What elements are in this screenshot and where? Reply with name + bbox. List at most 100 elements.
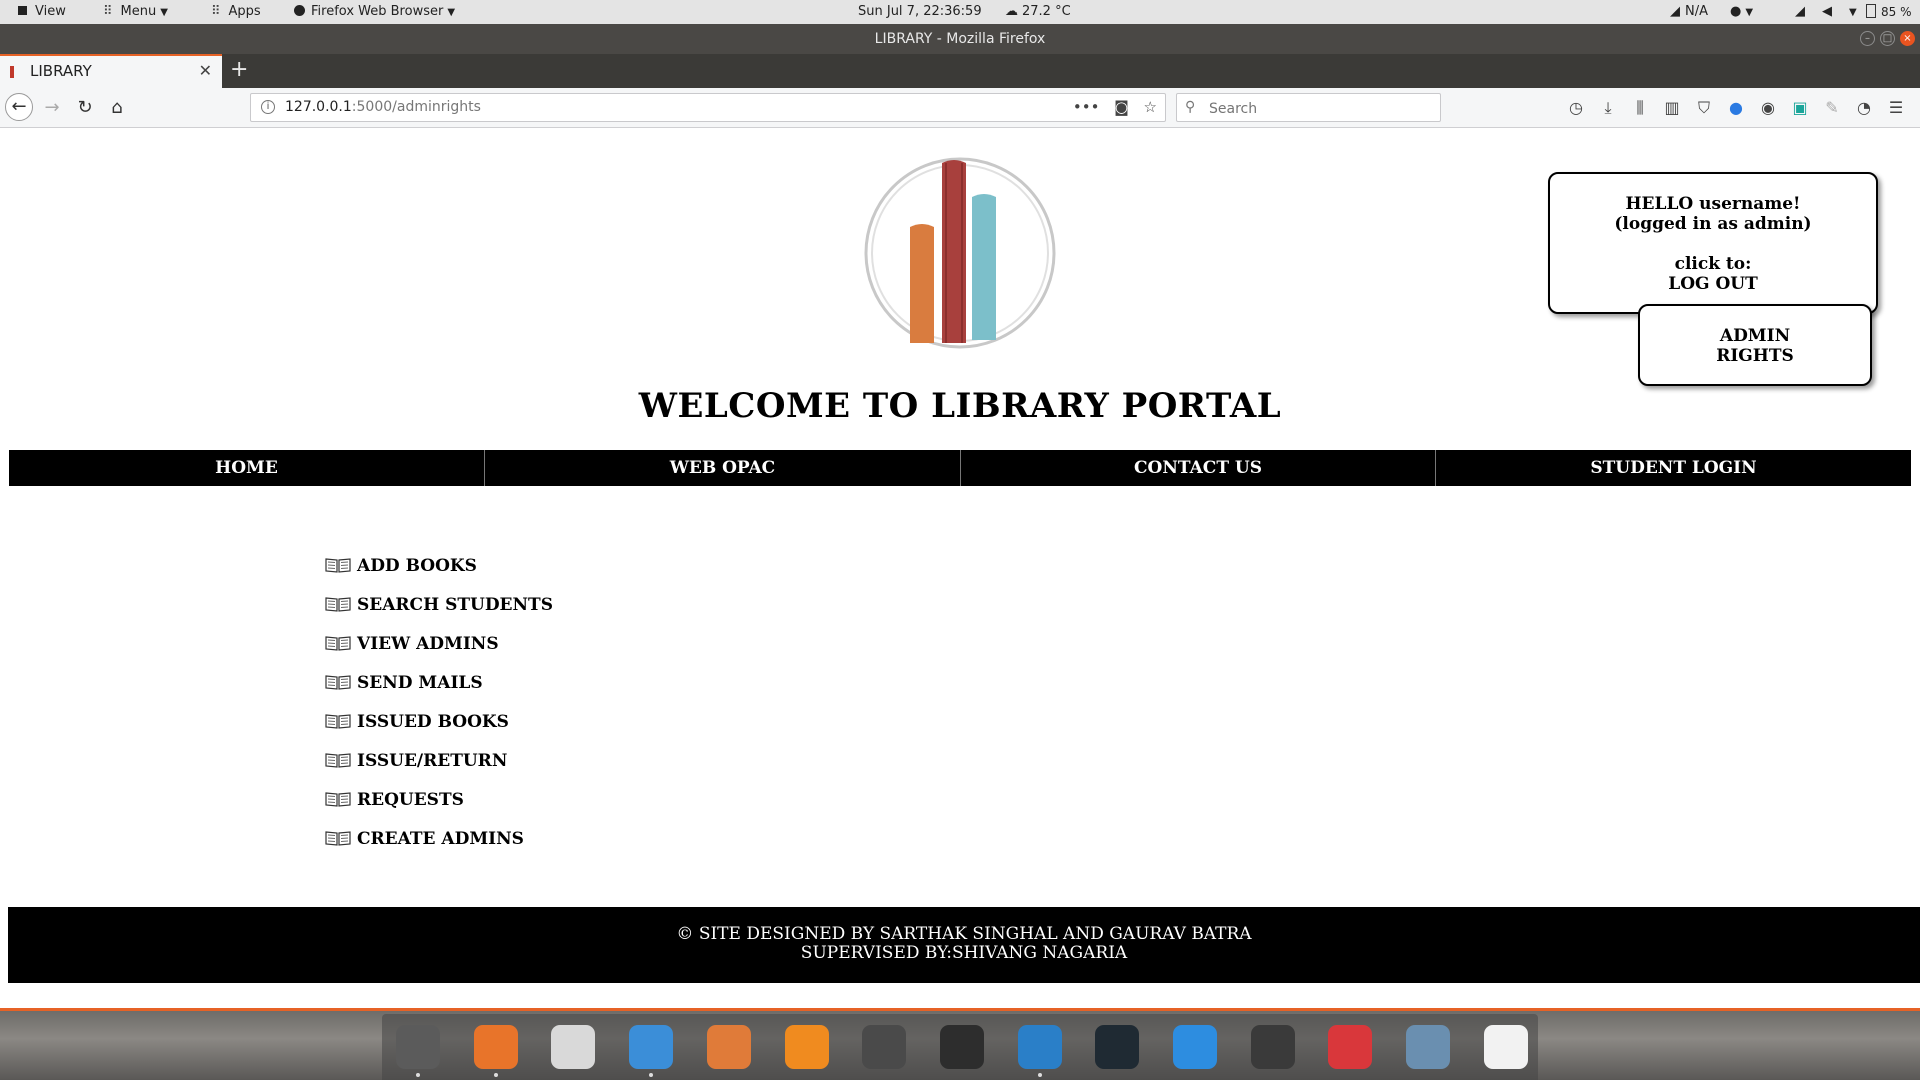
weather-indicator[interactable]: ☁ 27.2 °C	[1005, 0, 1071, 24]
chevron-down-icon: ▼	[1849, 7, 1857, 18]
view-menu[interactable]: View	[18, 0, 66, 24]
vscode-icon[interactable]	[1017, 1025, 1062, 1077]
system-settings-icon[interactable]	[396, 1025, 440, 1077]
firefox-icon[interactable]	[473, 1025, 518, 1077]
library-logo-icon	[864, 157, 1056, 349]
active-app-menu[interactable]: Firefox Web Browser ▼	[294, 0, 455, 24]
search-input[interactable]	[1207, 98, 1436, 119]
bookmark-star-icon[interactable]: ☆	[1144, 98, 1157, 116]
menu-item-create-admins[interactable]: CREATE ADMINS	[325, 825, 524, 853]
url-actions: ••• ◙ ☆	[1073, 94, 1157, 121]
nav-home[interactable]: HOME	[9, 450, 485, 486]
home-icon[interactable]: ⌂	[103, 94, 131, 122]
new-tab-plus-icon[interactable]: +	[230, 54, 248, 86]
dock	[382, 1014, 1538, 1080]
finder-icon[interactable]	[629, 1025, 674, 1077]
view-icon	[18, 6, 27, 15]
menu-item-issue-return[interactable]: ISSUE/RETURN	[325, 747, 507, 775]
open-book-icon	[325, 714, 351, 729]
running-indicator	[416, 1073, 420, 1077]
shield-icon[interactable]: ⛉	[1688, 88, 1720, 128]
open-book-icon	[325, 636, 351, 651]
close-icon[interactable]: ×	[1900, 31, 1915, 46]
tab-favicon-icon	[10, 66, 14, 78]
pen-icon[interactable]: ✎	[1816, 88, 1848, 128]
firefox-small-icon	[294, 5, 305, 16]
url-text[interactable]: 127.0.0.1:5000/adminrights	[285, 94, 481, 121]
navigation-toolbar: ← → ↻ ⌂ i 127.0.0.1:5000/adminrights •••…	[0, 88, 1920, 128]
menu-item-view-admins[interactable]: VIEW ADMINS	[325, 630, 499, 658]
search-bar[interactable]: ⚲	[1176, 93, 1441, 122]
nav-web-opac[interactable]: WEB OPAC	[485, 450, 961, 486]
hamburger-menu-icon[interactable]: ☰	[1880, 88, 1912, 128]
nav-contact-us[interactable]: CONTACT US	[961, 450, 1436, 486]
database-icon[interactable]	[1406, 1025, 1451, 1069]
flame-icon: ●	[1730, 4, 1742, 19]
click-to-text: click to:	[1674, 254, 1752, 274]
tab-close-icon[interactable]: ✕	[199, 56, 212, 86]
xmind-icon[interactable]	[1483, 1025, 1528, 1069]
logout-link[interactable]: LOG OUT	[1550, 274, 1876, 294]
open-book-icon	[325, 831, 351, 846]
sidebar-icon[interactable]: ▥	[1656, 88, 1688, 128]
account-icon[interactable]: ◔	[1848, 88, 1880, 128]
page-actions-icon[interactable]: •••	[1073, 98, 1100, 116]
clock[interactable]: Sun Jul 7, 22:36:59	[858, 0, 982, 24]
keyboard-icon[interactable]	[1250, 1025, 1295, 1069]
preferences-icon[interactable]	[1173, 1025, 1217, 1069]
save-extension-icon[interactable]: ▣	[1784, 88, 1816, 128]
gimp-icon[interactable]	[706, 1025, 751, 1069]
library-icon[interactable]: ⫼	[1624, 88, 1656, 128]
extension-mask-icon[interactable]: ◉	[1752, 88, 1784, 128]
pocket-icon[interactable]: ◙	[1114, 98, 1129, 116]
main-navigation: HOME WEB OPAC CONTACT US STUDENT LOGIN	[9, 450, 1911, 486]
window-title: LIBRARY - Mozilla Firefox	[874, 31, 1046, 47]
wifi-status-icon[interactable]: ◢	[1795, 0, 1805, 24]
volume-menu[interactable]: ▼	[1845, 0, 1857, 24]
downloads-icon[interactable]: ⤓	[1592, 88, 1624, 128]
extension-blue-icon[interactable]: ●	[1720, 88, 1752, 128]
terminal-icon[interactable]	[939, 1025, 984, 1069]
reload-icon[interactable]: ↻	[71, 94, 99, 122]
tab-library[interactable]: LIBRARY ✕	[0, 54, 222, 88]
power-indicator[interactable]: ● ▼	[1730, 0, 1753, 24]
running-indicator	[1037, 1073, 1042, 1077]
grid-icon: ⠿	[103, 4, 113, 19]
network-indicator[interactable]: ◢ N/A	[1670, 0, 1708, 24]
user-greeting-box[interactable]: HELLO username! (logged in as admin) cli…	[1548, 172, 1878, 314]
footer-supervisor: SUPERVISED BY:SHIVANG NAGARIA	[800, 943, 1128, 963]
downloader-icon[interactable]	[551, 1025, 596, 1069]
maximize-icon[interactable]: □	[1880, 31, 1895, 46]
menu-item-requests[interactable]: REQUESTS	[325, 786, 464, 814]
menu-item-search-students[interactable]: SEARCH STUDENTS	[325, 591, 553, 619]
minimize-icon[interactable]: –	[1860, 31, 1875, 46]
cloud-icon: ☁	[1005, 4, 1018, 19]
back-arrow-icon[interactable]: ←	[5, 93, 33, 121]
nav-student-login[interactable]: STUDENT LOGIN	[1436, 450, 1911, 486]
history-icon[interactable]: ◷	[1560, 88, 1592, 128]
window-titlebar[interactable]: LIBRARY - Mozilla Firefox – □ ×	[0, 24, 1920, 54]
forward-arrow-icon[interactable]: →	[38, 94, 66, 122]
site-info-icon[interactable]: i	[261, 100, 275, 114]
tab-title: LIBRARY	[30, 62, 92, 80]
app-menu[interactable]: ⠿ Menu ▼	[103, 0, 168, 24]
url-bar[interactable]: i 127.0.0.1:5000/adminrights ••• ◙ ☆	[250, 93, 1166, 122]
vlc-icon[interactable]	[784, 1025, 829, 1069]
open-book-icon	[325, 597, 351, 612]
menu-item-issued-books[interactable]: ISSUED BOOKS	[325, 708, 509, 736]
apps-menu[interactable]: ⠿ Apps	[211, 0, 261, 24]
stacer-icon[interactable]	[1095, 1025, 1140, 1069]
grid-icon: ⠿	[211, 4, 221, 19]
help-icon[interactable]	[1328, 1025, 1373, 1069]
admin-rights-button[interactable]: ADMIN RIGHTS	[1638, 304, 1872, 386]
volume-icon[interactable]: ◀	[1822, 0, 1832, 24]
toolbar-icons: ◷ ⤓ ⫼ ▥ ⛉ ● ◉ ▣ ✎ ◔ ☰	[1560, 88, 1912, 128]
footer-credits: © SITE DESIGNED BY SARTHAK SINGHAL AND G…	[676, 924, 1252, 944]
menu-item-send-mails[interactable]: SEND MAILS	[325, 669, 483, 697]
settings-gear-icon[interactable]	[862, 1025, 907, 1069]
site-footer: © SITE DESIGNED BY SARTHAK SINGHAL AND G…	[8, 907, 1920, 983]
menu-item-add-books[interactable]: ADD BOOKS	[325, 552, 477, 580]
open-book-icon	[325, 792, 351, 807]
search-icon: ⚲	[1185, 99, 1196, 115]
battery-indicator[interactable]: 85 %	[1866, 0, 1912, 24]
